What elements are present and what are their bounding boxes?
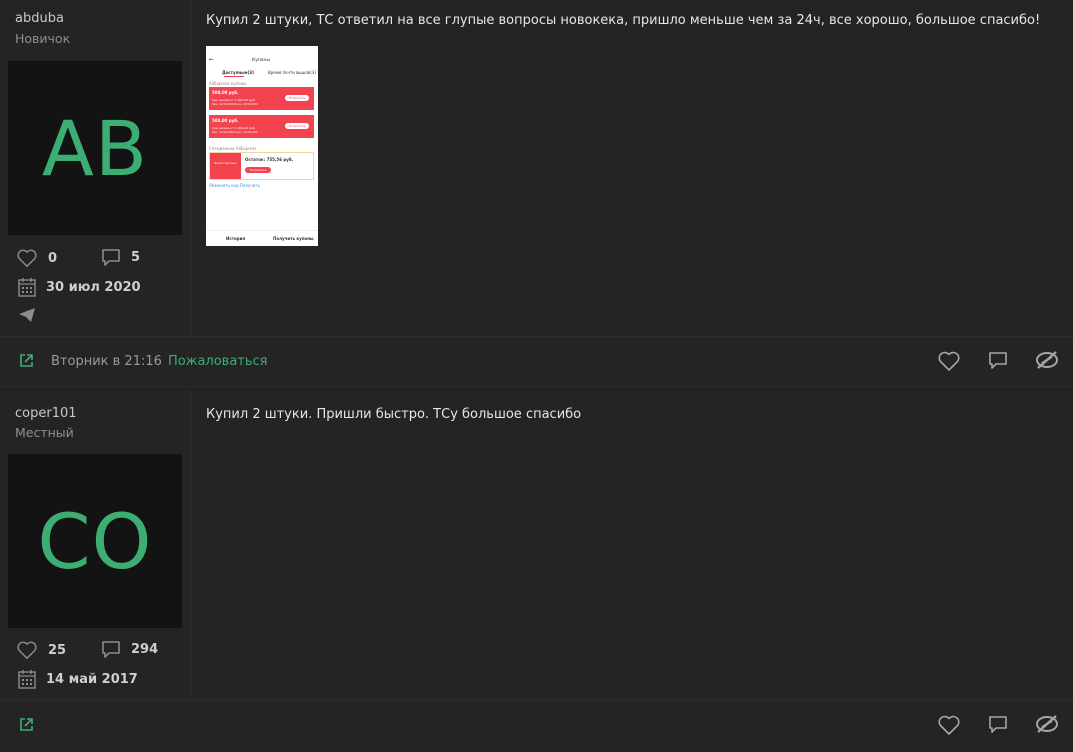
shot-links: Обменять код Получить bbox=[209, 183, 261, 188]
post-text: Купил 2 штуки. Пришли быстро. ТСу большо… bbox=[206, 407, 582, 422]
post-date[interactable]: Вторник в 21:16 bbox=[51, 354, 162, 369]
unlink-icon[interactable] bbox=[1035, 713, 1059, 735]
likes-count: 25 bbox=[48, 642, 67, 658]
username[interactable]: coper101 bbox=[15, 406, 77, 421]
shot-bottom-right: Получить купоны bbox=[273, 236, 314, 241]
back-arrow-icon: ← bbox=[209, 56, 215, 63]
post-footer bbox=[0, 700, 1073, 752]
heart-icon[interactable] bbox=[937, 714, 961, 736]
avatar[interactable]: AB bbox=[8, 61, 182, 235]
user-rank: Новичок bbox=[15, 31, 71, 46]
shot-header: Купоны bbox=[252, 58, 271, 63]
heart-icon bbox=[17, 641, 37, 659]
messages-count: 294 bbox=[131, 642, 159, 657]
messages-count: 5 bbox=[131, 250, 141, 265]
shot-select-block: Select Купоны bbox=[210, 153, 241, 179]
username[interactable]: abduba bbox=[15, 11, 64, 26]
avatar-initials: CO bbox=[37, 496, 153, 586]
likes-stat: 0 bbox=[16, 248, 57, 268]
shot-section1: AliExpress купоны bbox=[209, 81, 247, 86]
coupon-button: Потратить bbox=[285, 95, 309, 101]
message-icon bbox=[102, 249, 120, 266]
reply-icon[interactable] bbox=[988, 351, 1008, 370]
message-icon bbox=[102, 641, 120, 658]
heart-icon bbox=[17, 249, 37, 267]
select-label: Select Купоны bbox=[214, 161, 237, 165]
user-rank: Местный bbox=[15, 425, 74, 440]
coupon-amount: 500,00 руб. bbox=[212, 118, 239, 123]
coupon-dates: Нач.: 11.09.2020 Конч.: 15.09.2020 bbox=[212, 131, 258, 134]
shot-tab-underline bbox=[224, 76, 244, 77]
shot-tab-available: Доступные(3) bbox=[222, 70, 254, 75]
messages-stat: 294 bbox=[101, 640, 158, 659]
shot-bottom-left: История bbox=[226, 236, 246, 241]
post-text: Купил 2 штуки, ТС ответил на все глупые … bbox=[206, 13, 1041, 28]
post: abduba Новичок AB 0 5 30 июл 2020 Купил … bbox=[0, 0, 1073, 389]
reply-icon[interactable] bbox=[988, 715, 1008, 734]
shot-balance-card: Select Купоны Остаток: 755,56 руб. Потра… bbox=[209, 152, 314, 180]
balance-text: Остаток: 755,56 руб. bbox=[245, 157, 294, 162]
coupon-button: Потратить bbox=[285, 123, 309, 129]
external-link-icon[interactable] bbox=[19, 353, 34, 368]
shot-coupon: 500,00 руб. при заказе от 1 000,00 руб. … bbox=[209, 87, 314, 110]
shot-tab-used: Время почти вышло(3) bbox=[268, 70, 316, 75]
calendar-icon bbox=[18, 670, 36, 689]
external-link-icon[interactable] bbox=[19, 717, 34, 732]
post-footer: Вторник в 21:16 Пожаловаться bbox=[0, 336, 1073, 388]
likes-stat: 25 bbox=[16, 640, 66, 660]
joined-stat: 30 июл 2020 bbox=[18, 277, 141, 297]
unlink-icon[interactable] bbox=[1035, 349, 1059, 371]
report-link[interactable]: Пожаловаться bbox=[168, 354, 268, 369]
joined-date: 30 июл 2020 bbox=[46, 279, 141, 295]
calendar-icon bbox=[18, 278, 36, 297]
coupon-sub: при заказе от 1 000,00 руб. bbox=[212, 98, 256, 102]
attachment-image[interactable]: ← Купоны Доступные(3) Время почти вышло(… bbox=[206, 46, 318, 246]
coupon-amount: 500,00 руб. bbox=[212, 90, 239, 95]
likes-count: 0 bbox=[48, 250, 58, 266]
heart-icon[interactable] bbox=[937, 350, 961, 372]
shot-coupon: 500,00 руб. при заказе от 1 000,00 руб. … bbox=[209, 115, 314, 138]
joined-date: 14 май 2017 bbox=[46, 671, 138, 687]
shot-divider bbox=[206, 230, 318, 231]
coupon-sub: при заказе от 1 000,00 руб. bbox=[212, 126, 256, 130]
avatar[interactable]: CO bbox=[8, 454, 182, 628]
balance-button: Потратить bbox=[245, 167, 271, 173]
shot-section2: Специально AliExpress bbox=[209, 146, 257, 151]
user-info: abduba Новичок AB 0 5 30 июл 2020 bbox=[0, 0, 191, 336]
messages-stat: 5 bbox=[101, 248, 140, 267]
coupon-dates: Нач.: 11.09.2020 Конч.: 15.09.2020 bbox=[212, 103, 258, 106]
telegram-icon[interactable] bbox=[18, 307, 36, 323]
user-info: coper101 Местный CO 25 294 14 май 2017 bbox=[0, 390, 191, 700]
avatar-initials: AB bbox=[41, 103, 149, 193]
joined-stat: 14 май 2017 bbox=[18, 669, 138, 689]
post: coper101 Местный CO 25 294 14 май 2017 К… bbox=[0, 389, 1073, 735]
